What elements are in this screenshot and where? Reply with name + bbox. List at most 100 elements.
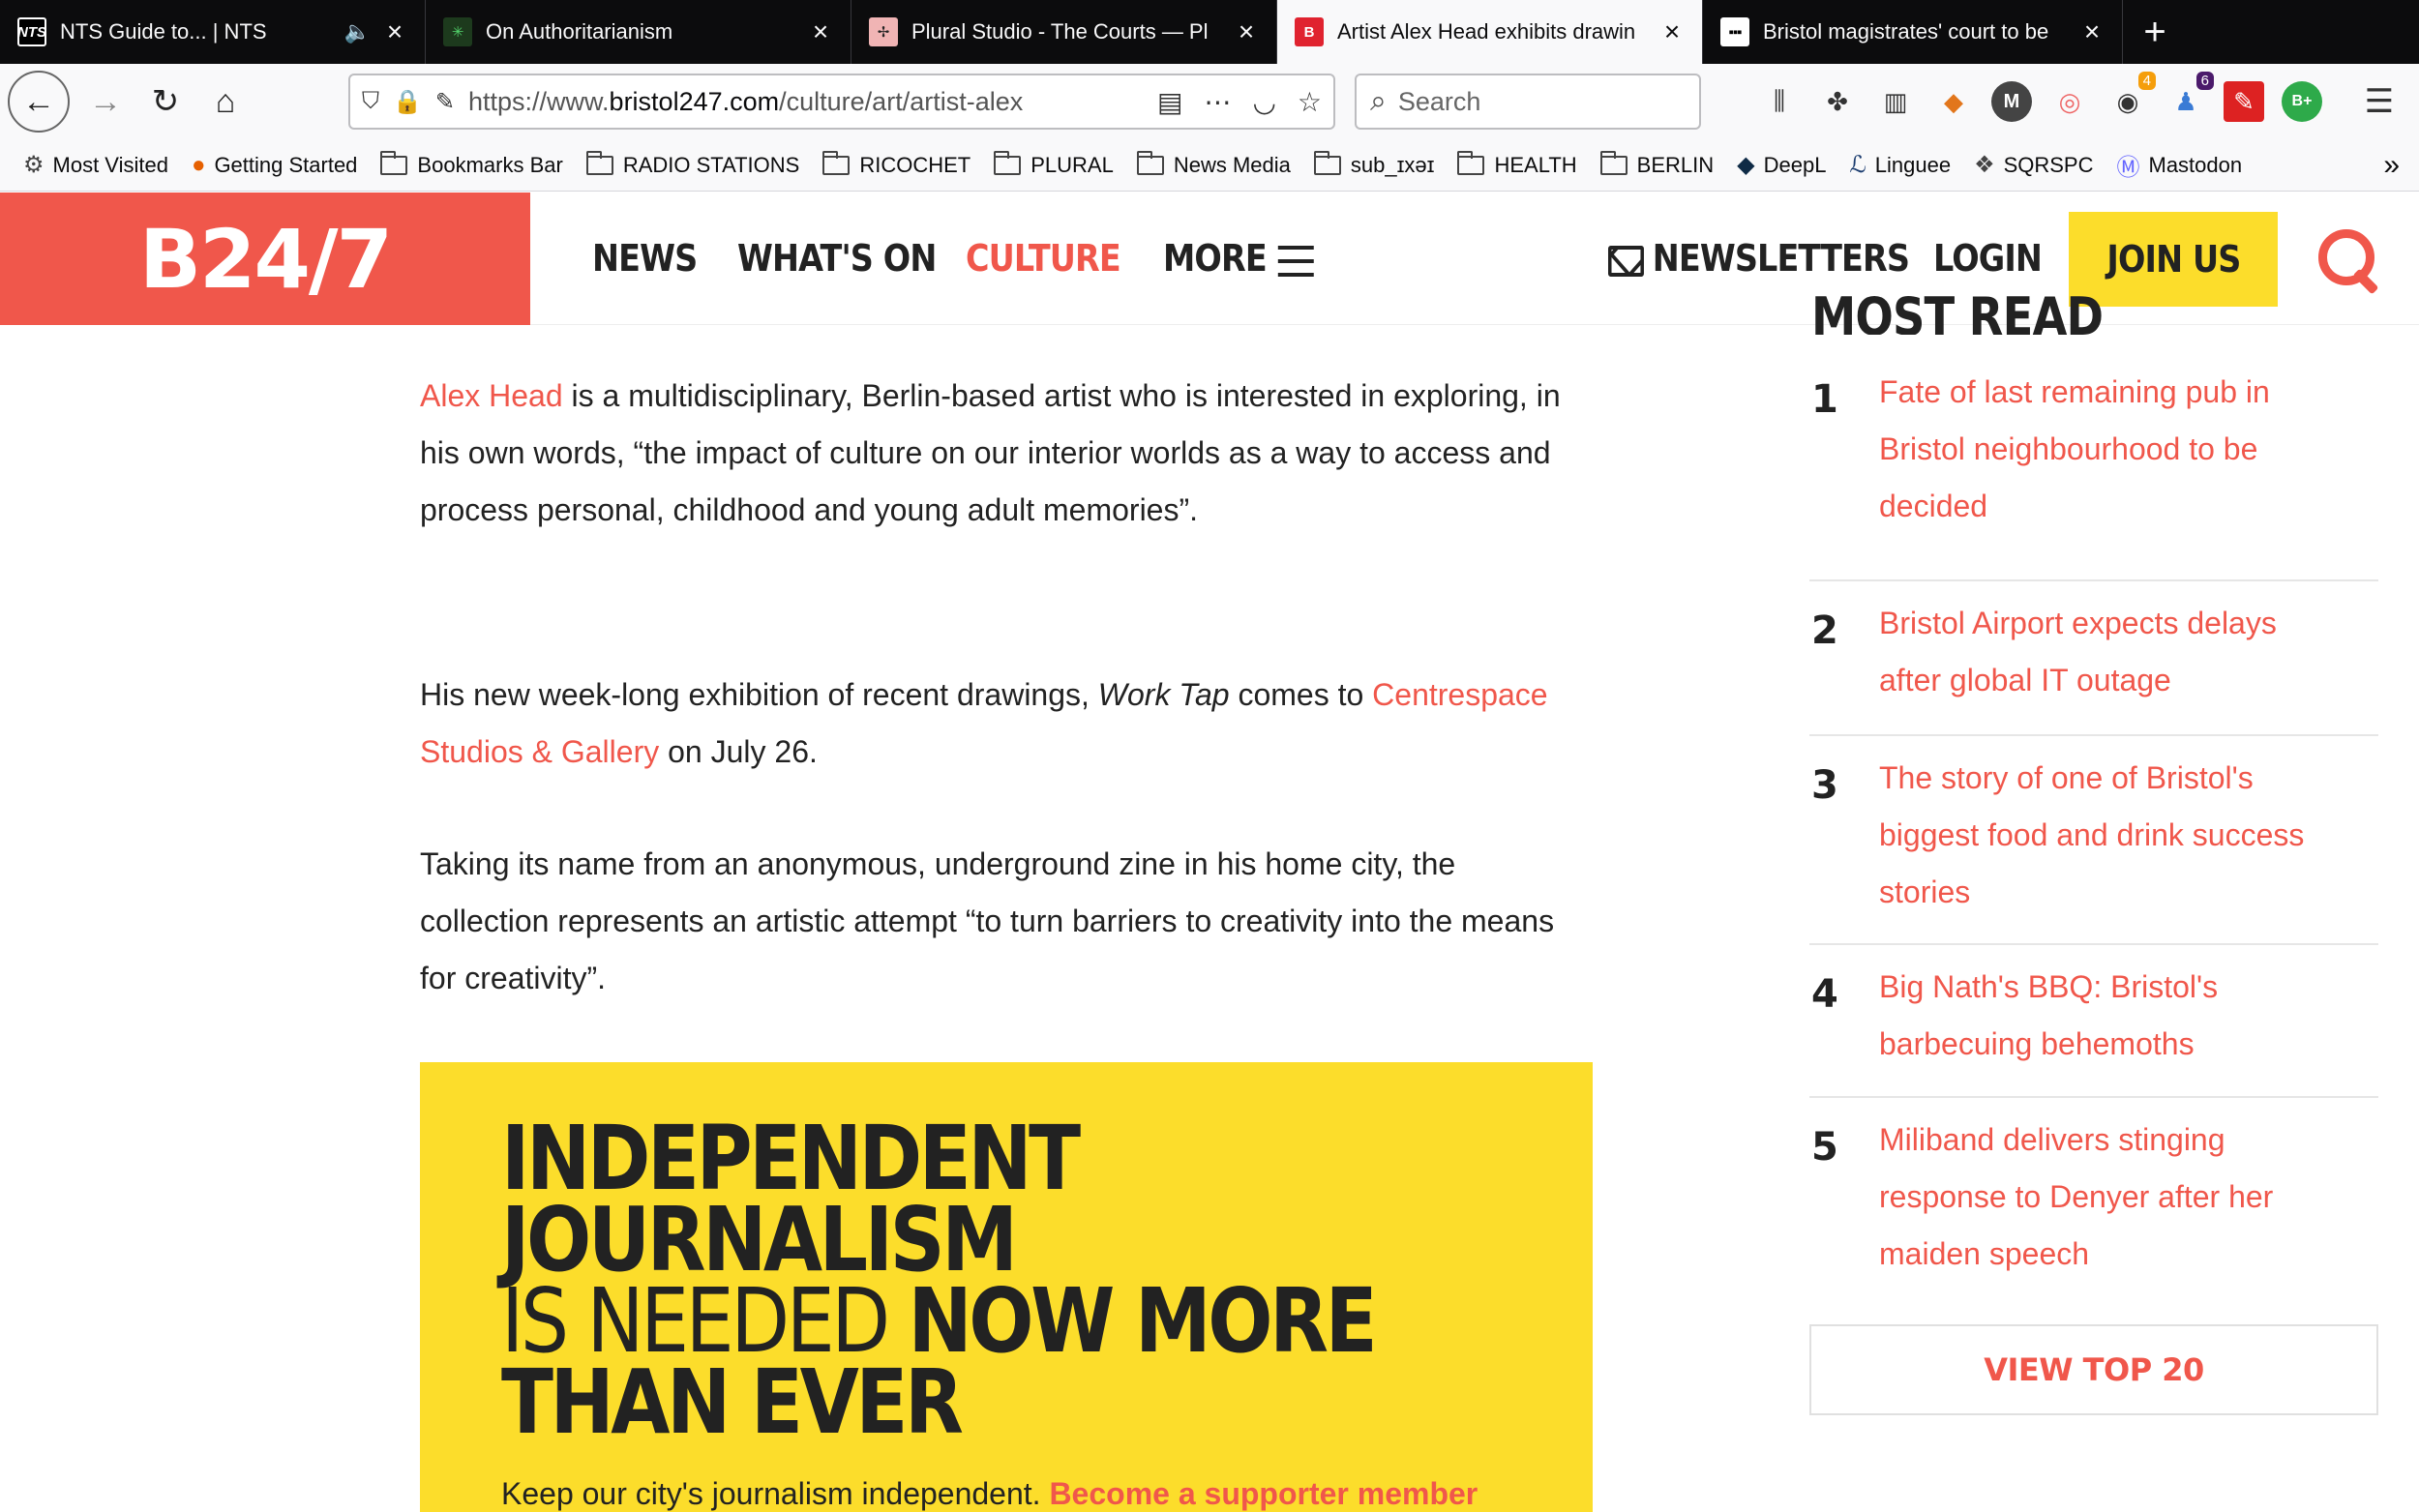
most-read-title-text: MOST READ (1811, 296, 2104, 335)
library-icon[interactable]: ⫼ (1759, 81, 1800, 122)
become-member-link[interactable]: Become a supporter member (1049, 1476, 1478, 1511)
close-tab-icon[interactable]: × (806, 16, 835, 47)
pocket-icon[interactable]: ◡ (1252, 86, 1275, 118)
most-read-link[interactable]: Big Nath's BBQ: Bristol's barbecuing beh… (1879, 959, 2344, 1073)
bookmark-folder-sub[interactable]: sub_ɪxəɪ (1313, 150, 1434, 178)
most-read-link[interactable]: Fate of last remaining pub in Bristol ne… (1879, 364, 2344, 535)
hamburger-menu-icon[interactable]: ☰ (2359, 81, 2400, 122)
list-item: 4 Big Nath's BBQ: Bristol's barbecuing b… (1809, 945, 2378, 1098)
paragraph-text: comes to (1229, 677, 1373, 712)
chevron-double-right-icon[interactable]: » (2383, 149, 2400, 182)
nav-news[interactable]: NEWS (592, 237, 698, 280)
site-search-icon[interactable] (2314, 225, 2382, 293)
rank-number: 1 (1811, 377, 1838, 422)
promo-sub-text: Keep our city's journalism independent. (501, 1476, 1050, 1511)
arrow-left-icon: ← (22, 82, 55, 120)
reload-icon: ↻ (151, 83, 180, 120)
list-item: 5 Miliband delivers stinging response to… (1809, 1098, 2378, 1291)
bookmark-folder-plural[interactable]: PLURAL (994, 150, 1114, 178)
tab-artist-alex-head[interactable]: B Artist Alex Head exhibits drawin × (1277, 0, 1703, 64)
search-bar[interactable]: ⌕ Search (1355, 74, 1701, 130)
metamask-fox-icon[interactable]: ◆ (1933, 81, 1974, 122)
bell-extension-icon[interactable]: ♟ 6 (2165, 72, 2214, 122)
forward-button[interactable]: → (75, 72, 135, 132)
color-picker-icon[interactable]: ✎ (2224, 81, 2264, 122)
close-tab-icon[interactable]: × (1657, 16, 1687, 47)
folder-icon (994, 150, 1022, 175)
article-paragraph: His new week-long exhibition of recent d… (420, 667, 1591, 781)
bookmark-label: Getting Started (214, 152, 358, 177)
close-tab-icon[interactable]: × (380, 16, 409, 47)
permissions-icon[interactable]: ✎ (435, 88, 455, 116)
article-paragraph: Alex Head is a multidisciplinary, Berlin… (420, 368, 1591, 539)
folder-icon (1457, 150, 1485, 175)
bookmark-label: Mastodon (2148, 152, 2243, 177)
m-extension-icon[interactable]: M (1991, 81, 2032, 122)
nav-whats-on[interactable]: WHAT'S ON (737, 237, 937, 280)
nav-more-label: MORE (1163, 237, 1268, 280)
nav-login[interactable]: LOGIN (1933, 237, 2043, 280)
bookmark-star-icon[interactable]: ☆ (1298, 86, 1322, 118)
bookmark-folder-ricochet[interactable]: RICOCHET (822, 150, 971, 178)
bookmark-folder-health[interactable]: HEALTH (1457, 150, 1577, 178)
back-button[interactable]: ← (8, 71, 70, 133)
close-tab-icon[interactable]: × (2077, 16, 2106, 47)
nav-more[interactable]: MORE (1163, 237, 1315, 280)
sidebar-icon[interactable]: ▥ (1875, 81, 1916, 122)
paragraph-text: on July 26. (659, 734, 818, 769)
bookmark-most-visited[interactable]: ⚙ Most Visited (23, 151, 168, 179)
tab-title: Bristol magistrates' court to be (1763, 19, 2049, 44)
bookmark-getting-started[interactable]: ● Getting Started (192, 152, 357, 179)
most-read-link[interactable]: Miliband delivers stinging response to D… (1879, 1112, 2344, 1283)
eye-extension-icon[interactable]: ◉ 4 (2107, 72, 2156, 122)
bookmark-label: PLURAL (1030, 152, 1114, 177)
rank-number: 4 (1811, 972, 1838, 1017)
extension-leaf-icon[interactable]: ✤ (1817, 81, 1858, 122)
new-tab-button[interactable]: + (2123, 0, 2187, 64)
bookmark-folder-bookmarks-bar[interactable]: Bookmarks Bar (380, 150, 563, 178)
toolbar-extensions: ⫼ ✤ ▥ ◆ M ◎ ◉ 4 ♟ 6 ✎ B+ (1759, 72, 2322, 122)
home-button[interactable]: ⌂ (195, 72, 255, 132)
bookmark-sqrspc[interactable]: ❖ SQRSPC (1974, 151, 2093, 179)
speaker-icon[interactable]: 🔈 (344, 19, 371, 44)
address-bar[interactable]: ⛉ 🔒 ✎ https://www.bristol247.com/culture… (348, 74, 1335, 130)
tab-authoritarianism[interactable]: ✳ On Authoritarianism × (426, 0, 851, 64)
grammar-extension-icon[interactable]: B+ (2282, 81, 2322, 122)
nav-culture[interactable]: CULTURE (966, 237, 1121, 280)
bookmark-mastodon[interactable]: Ⓜ Mastodon (2117, 148, 2243, 182)
bookmark-folder-berlin[interactable]: BERLIN (1599, 150, 1715, 178)
site-logo[interactable]: B24/7 (0, 193, 530, 325)
url-text[interactable]: https://www.bristol247.com/culture/art/a… (468, 87, 1136, 117)
bookmark-folder-radio-stations[interactable]: RADIO STATIONS (585, 150, 799, 178)
tab-nts[interactable]: NTS NTS Guide to... | NTS 🔈 × (0, 0, 426, 64)
privacy-extension-icon[interactable]: ◎ (2049, 81, 2090, 122)
tab-plural-studio[interactable]: ✢ Plural Studio - The Courts — Pl × (851, 0, 1277, 64)
bookmark-label: RICOCHET (859, 152, 971, 177)
more-actions-icon[interactable]: ⋯ (1204, 86, 1231, 118)
view-top-20-button[interactable]: VIEW TOP 20 (1809, 1324, 2378, 1415)
list-item: 1 Fate of last remaining pub in Bristol … (1809, 364, 2378, 581)
menu-icon (1278, 245, 1315, 277)
tab-bristol-magistrates[interactable]: ▪▪▪ Bristol magistrates' court to be × (1703, 0, 2123, 64)
bookmark-deepl[interactable]: ◆ DeepL (1737, 151, 1826, 179)
join-us-button[interactable]: JOIN US (2069, 212, 2278, 307)
reader-view-icon[interactable]: ▤ (1157, 86, 1182, 118)
artist-link[interactable]: Alex Head (420, 378, 563, 413)
bookmark-label: BERLIN (1636, 152, 1715, 177)
shield-icon[interactable]: ⛉ (362, 88, 379, 115)
list-item: 2 Bristol Airport expects delays after g… (1809, 581, 2378, 736)
paragraph-text: His new week-long exhibition of recent d… (420, 677, 1098, 712)
nav-newsletters[interactable]: NEWSLETTERS (1608, 237, 1910, 280)
most-read-link[interactable]: Bristol Airport expects delays after glo… (1879, 595, 2344, 709)
lock-icon[interactable]: 🔒 (393, 88, 422, 116)
tab-title: Plural Studio - The Courts — Pl (911, 19, 1209, 44)
mastodon-icon: Ⓜ (2116, 155, 2140, 181)
reload-button[interactable]: ↻ (135, 72, 195, 132)
close-tab-icon[interactable]: × (1232, 16, 1261, 47)
bookmark-folder-news-media[interactable]: News Media (1136, 150, 1291, 178)
most-read-link[interactable]: The story of one of Bristol's biggest fo… (1879, 750, 2344, 921)
bookmark-linguee[interactable]: ℒ Linguee (1849, 151, 1951, 179)
nav-newsletters-label: NEWSLETTERS (1652, 237, 1910, 280)
join-us-label: JOIN US (2105, 238, 2241, 281)
home-icon: ⌂ (215, 82, 236, 120)
